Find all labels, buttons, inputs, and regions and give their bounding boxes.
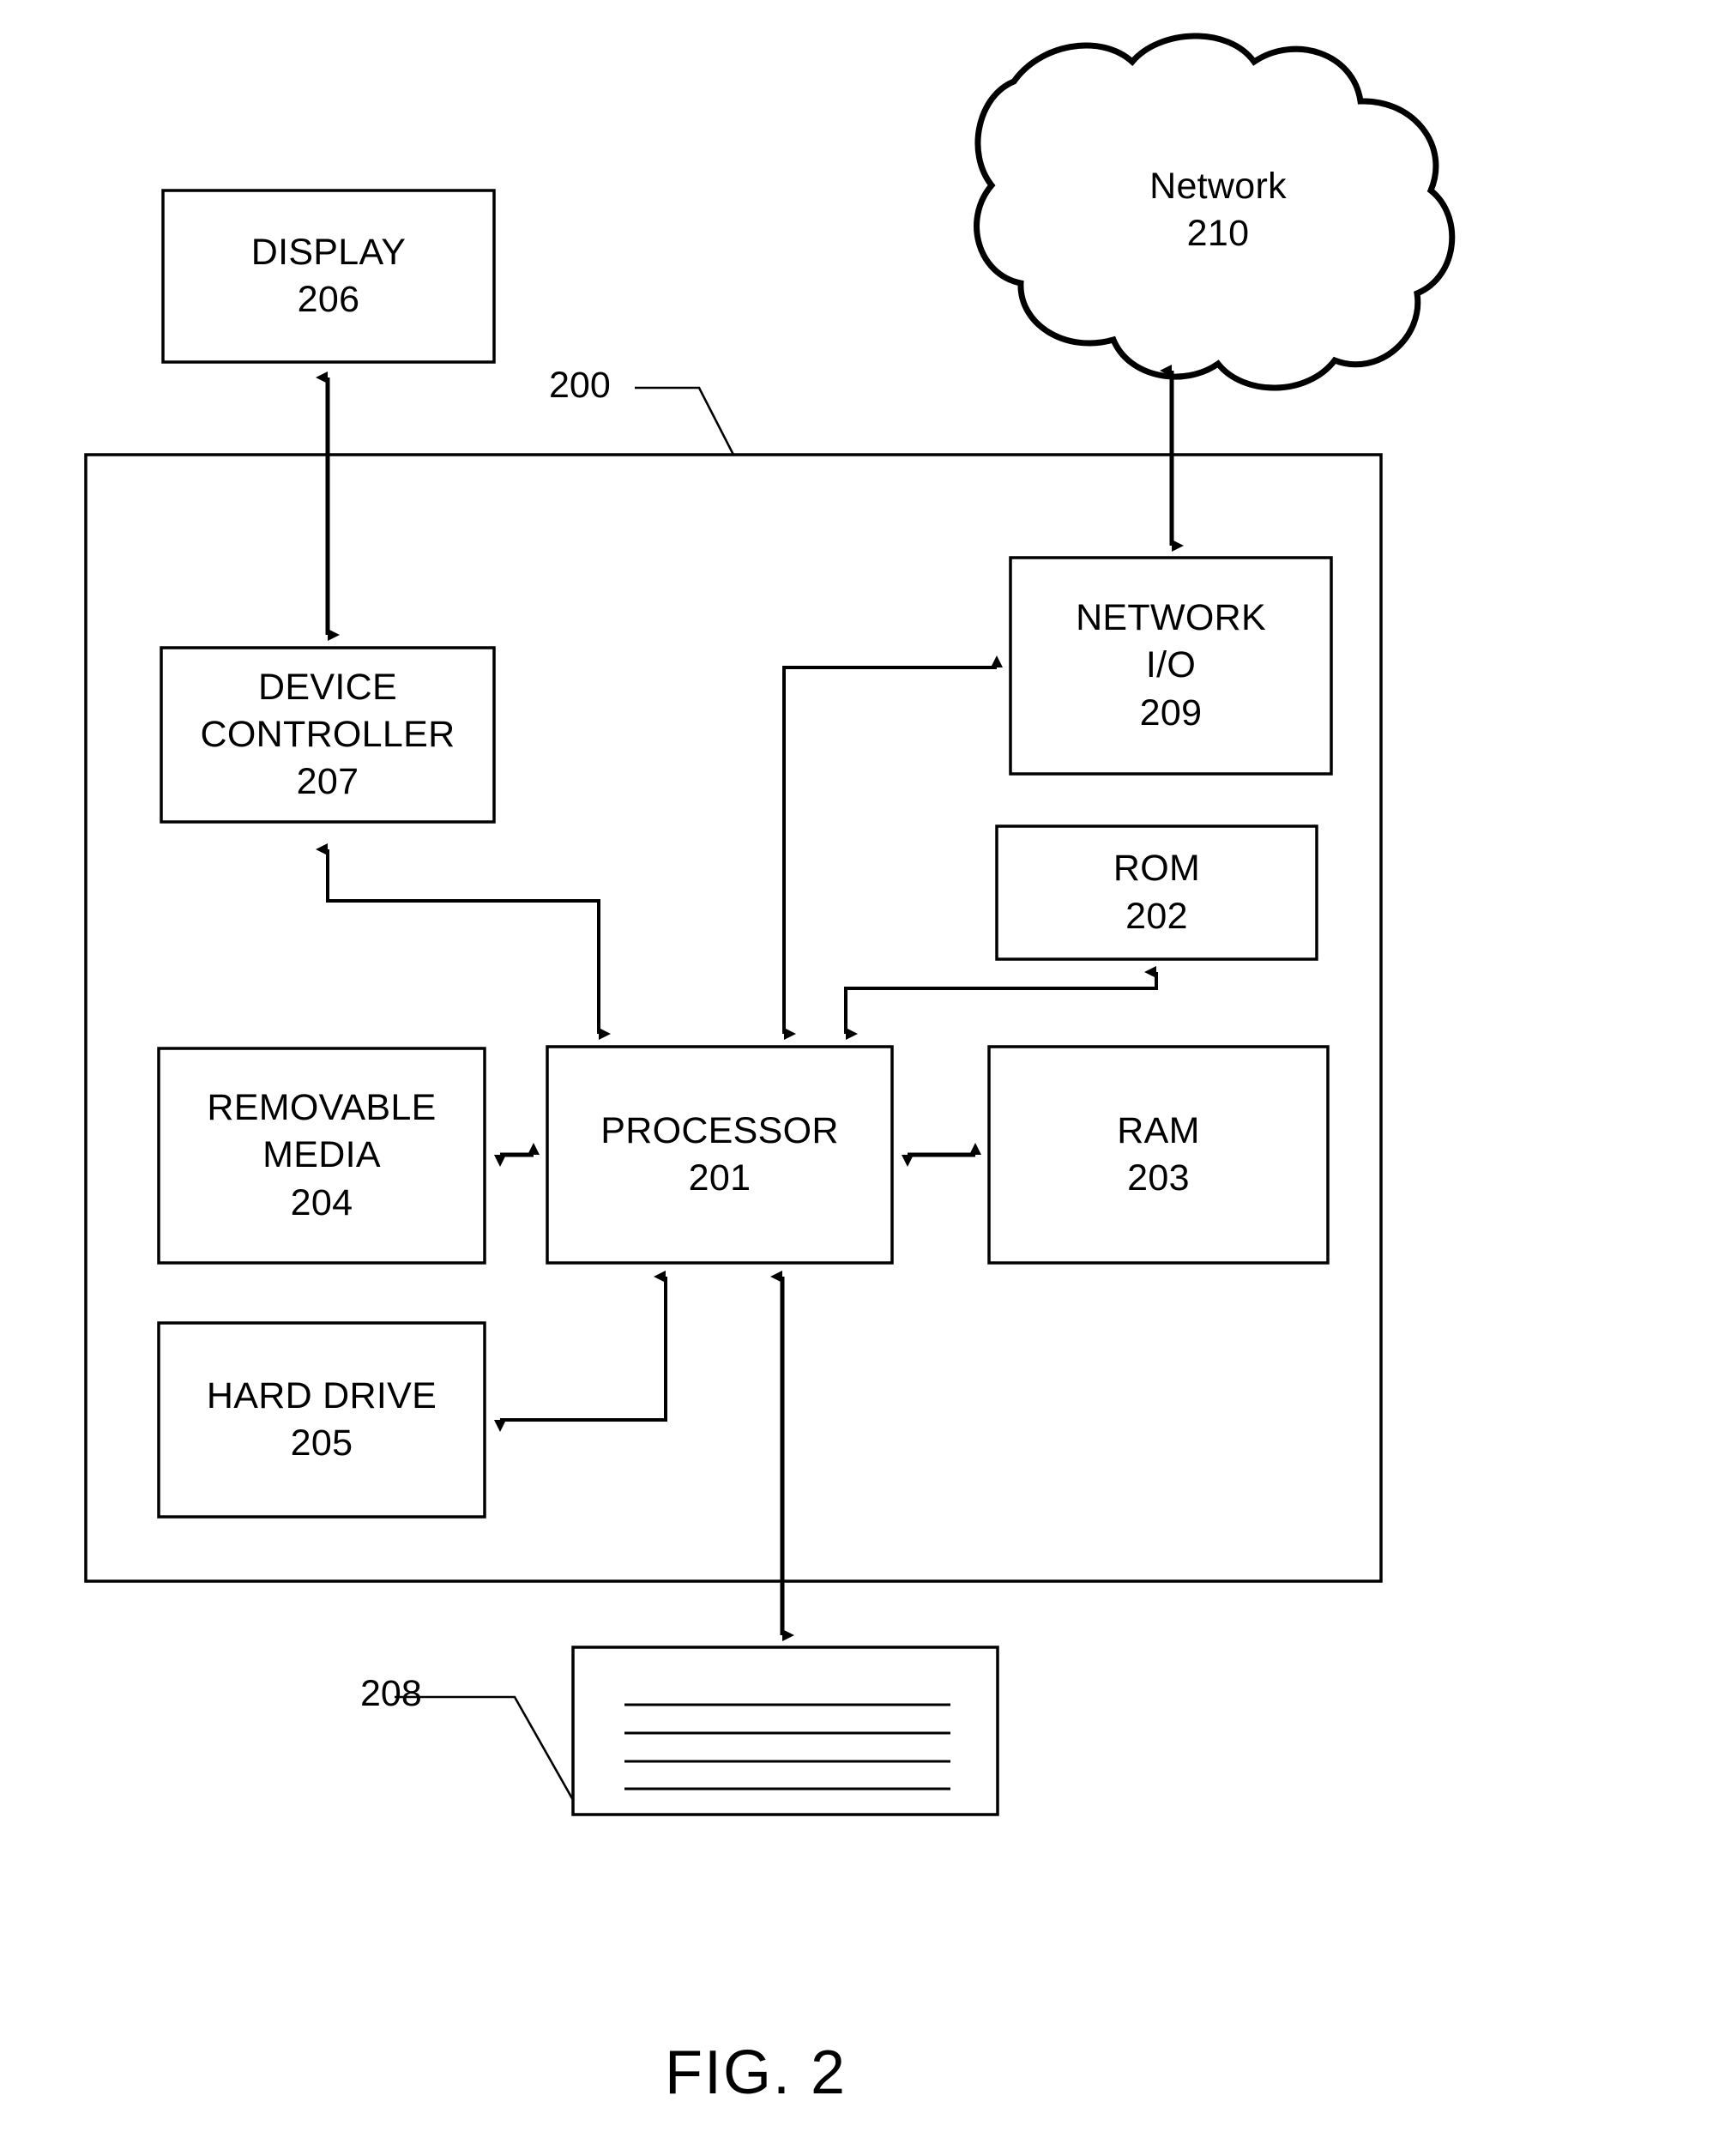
connector-processor-to-device-controller [316, 843, 600, 1034]
connector-rom-to-processor [844, 972, 1158, 1040]
network-io-box [1009, 556, 1333, 776]
ram-box [987, 1045, 1330, 1265]
connector-processor-to-rom [844, 966, 1158, 1034]
patent-figure: DISPLAY 206 DEVICE CONTROLLER 207 REMOVA… [0, 0, 1719, 2156]
device-controller-box [160, 646, 496, 824]
connector-hard-drive-to-processor [494, 1271, 667, 1432]
connector-device-controller-to-processor [326, 849, 611, 1040]
removable-media-box [157, 1047, 486, 1265]
network-cloud-shape [974, 33, 1456, 391]
hard-drive-box [157, 1321, 486, 1519]
figure-caption: FIG. 2 [665, 2038, 847, 2107]
diagram-canvas [84, 33, 1456, 1816]
ref-200-leader [635, 386, 735, 456]
connector-processor-to-network-io [782, 655, 1003, 1034]
ref-200: 200 [549, 365, 611, 406]
display-box [161, 189, 496, 364]
ref-208: 208 [360, 1673, 422, 1714]
processor-box [546, 1045, 894, 1265]
rom-box [995, 824, 1318, 961]
